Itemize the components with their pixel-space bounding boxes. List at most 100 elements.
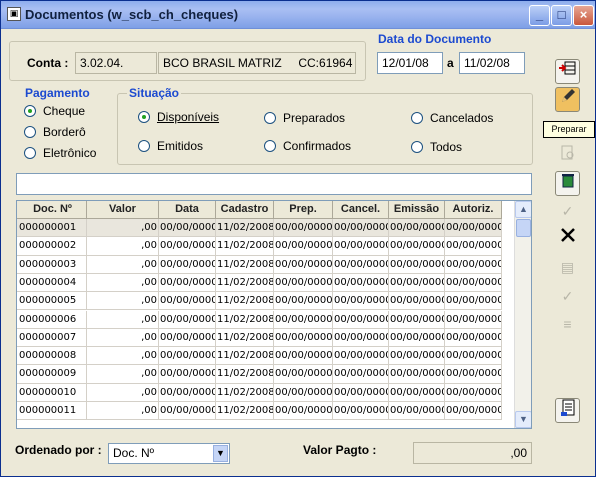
col-header-cadastro[interactable]: Cadastro [216,201,274,218]
table-cell: 00/00/0000 [445,383,502,402]
print-icon[interactable]: ▤ [555,255,580,280]
situacao-emitidos-radio[interactable]: Emitidos [138,139,203,153]
table-cell: 11/02/2008 [216,365,274,384]
col-header-emissao[interactable]: Emissão [389,201,445,218]
scroll-up-icon[interactable]: ▲ [515,201,531,218]
filter-input[interactable] [16,173,532,195]
table-cell: 00/00/0000 [159,347,216,366]
col-header-doc[interactable]: Doc. Nº [17,201,87,218]
col-header-data[interactable]: Data [159,201,216,218]
radio-selected-icon [24,105,36,117]
table-cell: 00/00/0000 [333,273,389,293]
table-cell: 000000011 [17,402,87,421]
scroll-thumb[interactable] [516,219,531,237]
table-cell: 00/00/0000 [333,365,389,384]
table-cell: 00/00/0000 [445,273,502,293]
table-row[interactable]: 000000008,00 00/00/0000 11/02/2008 00/00/00… [17,347,502,366]
table-row[interactable]: 000000010,00 00/00/0000 11/02/2008 00/00/00… [17,383,502,402]
table-cell: 00/00/0000 [389,273,445,293]
table-row[interactable]: 000000006,00 00/00/0000 11/02/2008 00/00/00… [17,310,502,329]
valor-pagto-label: Valor Pagto : [303,443,377,457]
report-icon[interactable] [555,398,580,423]
chevron-down-icon[interactable]: ▼ [213,445,228,462]
table-cell: 000000002 [17,237,87,256]
ordenado-select[interactable]: Doc. Nº ▼ [108,443,230,464]
pagamento-eletronico-radio[interactable]: Eletrônico [24,146,96,160]
table-row[interactable]: 000000002,00 00/00/0000 11/02/2008 00/00/00… [17,237,502,256]
table-row[interactable]: 000000011,00 00/00/0000 11/02/2008 00/00/00… [17,402,502,421]
table-cell: 00/00/0000 [333,292,389,311]
conta-name-field[interactable]: BCO BRASIL MATRIZ CC:61964 [158,52,356,74]
table-cell: 00/00/0000 [445,402,502,421]
table-cell: 00/00/0000 [389,365,445,384]
cancel-x-icon[interactable] [555,226,580,251]
table-cell: 000000005 [17,292,87,311]
title-bar[interactable]: ▣ Documentos (w_scb_ch_cheques) _ □ × [1,1,595,29]
table-row[interactable]: 000000005,00 00/00/0000 11/02/2008 00/00/00… [17,292,502,311]
table-cell: 00/00/0000 [159,365,216,384]
table-cell: 00/00/0000 [159,292,216,311]
table-row[interactable]: 000000001,00 00/00/0000 11/02/2008 00/00/00… [17,219,502,238]
table-cell: 00/00/0000 [159,402,216,421]
trash-icon[interactable] [555,171,580,196]
table-cell: 000000009 [17,365,87,384]
table-cell: 00/00/0000 [333,237,389,256]
table-cell: 00/00/0000 [274,255,333,274]
situacao-todos-radio[interactable]: Todos [411,140,462,154]
confirm-check-icon[interactable]: ✓ [555,284,580,309]
date-from-field[interactable]: 12/01/08 [377,52,443,74]
situacao-disponiveis-radio[interactable]: Disponíveis [138,110,219,124]
situacao-cancelados-radio[interactable]: Cancelados [411,111,493,125]
table-cell: 00/00/0000 [445,365,502,384]
pagamento-title: Pagamento [25,86,90,100]
table-cell: 11/02/2008 [216,347,274,366]
table-cell: 00/00/0000 [333,310,389,329]
table-cell: 00/00/0000 [333,402,389,421]
maximize-button[interactable]: □ [551,5,572,26]
table-cell: 00/00/0000 [445,310,502,329]
table-row[interactable]: 000000004,00 00/00/0000 11/02/2008 00/00/00… [17,273,502,293]
minimize-button[interactable]: _ [529,5,550,26]
table-row[interactable]: 000000009,00 00/00/0000 11/02/2008 00/00/00… [17,365,502,384]
table-cell: ,00 [87,383,159,402]
table-row[interactable]: 000000007,00 00/00/0000 11/02/2008 00/00/00… [17,328,502,348]
table-cell: 00/00/0000 [445,219,502,238]
table-row[interactable]: 000000003,00 00/00/0000 11/02/2008 00/00/00… [17,255,502,274]
table-cell: 11/02/2008 [216,273,274,293]
table-cell: 11/02/2008 [216,383,274,402]
insert-icon[interactable] [555,59,580,84]
close-button[interactable]: × [573,5,594,26]
magnifier-doc-icon[interactable] [555,144,580,169]
pagamento-cheque-radio[interactable]: Cheque [24,104,85,118]
col-header-autoriz[interactable]: Autoriz. [445,201,502,218]
table-cell: 00/00/0000 [445,328,502,348]
situacao-confirmados-radio[interactable]: Confirmados [264,139,351,153]
date-separator: a [447,56,454,70]
table-cell: 000000006 [17,310,87,329]
table-cell: 11/02/2008 [216,328,274,348]
documents-grid[interactable]: Doc. Nº Valor Data Cadastro Prep. Cancel… [16,200,532,429]
table-cell: 00/00/0000 [274,273,333,293]
situacao-title: Situação [127,86,182,100]
table-cell: 00/00/0000 [333,219,389,238]
table-cell: 11/02/2008 [216,292,274,311]
radio-icon [411,112,423,124]
col-header-valor[interactable]: Valor [87,201,159,218]
scroll-down-icon[interactable]: ▼ [515,411,531,428]
conta-code-field[interactable]: 3.02.04. [75,52,157,74]
list-icon[interactable]: ≡ [555,312,580,337]
radio-icon [264,140,276,152]
ordenado-value: Doc. Nº [113,446,155,460]
table-cell: ,00 [87,365,159,384]
table-cell: ,00 [87,219,159,238]
prepare-pencil-icon[interactable] [555,87,580,112]
col-header-cancel[interactable]: Cancel. [333,201,389,218]
col-header-prep[interactable]: Prep. [274,201,333,218]
table-cell: ,00 [87,402,159,421]
situacao-preparados-radio[interactable]: Preparados [264,111,345,125]
grid-scrollbar[interactable]: ▲ ▼ [514,201,531,428]
table-cell: 00/00/0000 [159,328,216,348]
check-icon[interactable]: ✓ [555,199,580,224]
date-to-field[interactable]: 11/02/08 [459,52,525,74]
pagamento-bordero-radio[interactable]: Borderô [24,125,86,139]
